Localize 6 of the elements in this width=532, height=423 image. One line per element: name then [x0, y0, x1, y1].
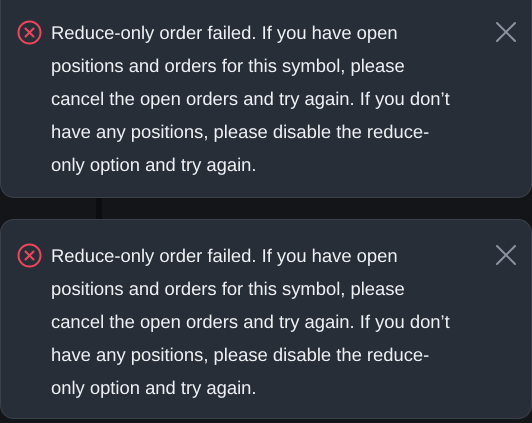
error-icon	[17, 20, 42, 45]
close-icon[interactable]	[495, 244, 517, 266]
toast-message: Reduce-only order failed. If you have open positions and orders for this symbol, please cancel the open orders and try again. If you don’t have any positions, please disable the reduce-only option and try again.	[51, 21, 451, 177]
close-icon[interactable]	[495, 21, 517, 43]
error-icon	[17, 243, 42, 268]
toast-message: Reduce-only order failed. If you have open positions and orders for this symbol, please cancel the open orders and try again. If you don’t have any positions, please disable the reduce-only option and try again.	[51, 244, 451, 400]
